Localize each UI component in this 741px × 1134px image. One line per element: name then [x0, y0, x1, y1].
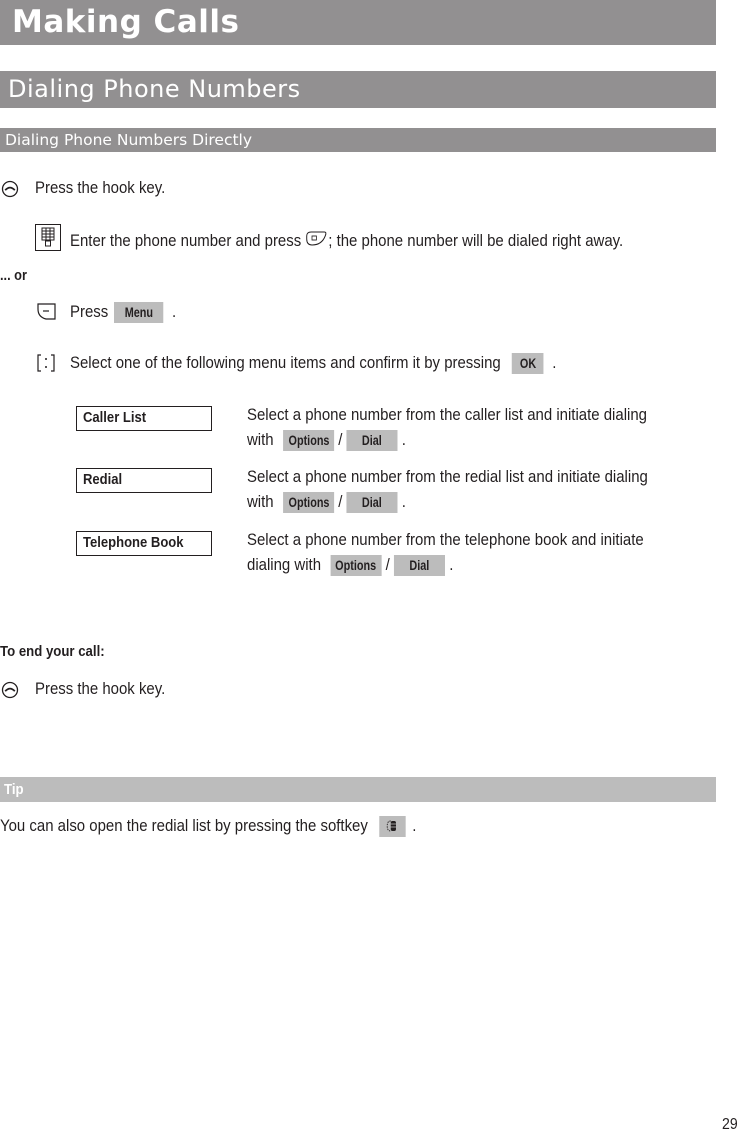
- page-number: 29: [722, 1116, 738, 1133]
- dial-key: Dial: [346, 430, 398, 452]
- ok-key: OK: [511, 353, 544, 375]
- call-key-icon: [306, 231, 327, 246]
- redial-softkey: [379, 816, 406, 838]
- tip-text: You can also open the redial list by pre…: [0, 816, 473, 838]
- tip-heading: Tip: [0, 777, 716, 802]
- end-call-heading: To end your call:: [0, 643, 105, 660]
- period: .: [412, 816, 417, 835]
- dial-key: Dial: [346, 492, 398, 514]
- redial-description: Select a phone number from the redial li…: [247, 464, 703, 514]
- keypad-icon: [35, 224, 61, 251]
- chapter-title: Making Calls: [12, 4, 240, 40]
- subsection-title: Dialing Phone Numbers Directly: [5, 131, 253, 149]
- separator: /: [338, 492, 343, 511]
- options-key: Options: [330, 555, 382, 577]
- desc-dialing-with: dialing with: [247, 555, 322, 574]
- or-label: ... or: [0, 268, 27, 284]
- period: .: [552, 353, 557, 372]
- period: .: [401, 430, 406, 449]
- hook-key-icon: [1, 180, 19, 198]
- dial-key: Dial: [394, 555, 446, 577]
- period: .: [449, 555, 454, 574]
- caller-list-description: Select a phone number from the caller li…: [247, 402, 702, 452]
- step-enter-number: Enter the phone number and press ; the p…: [70, 230, 699, 251]
- enter-number-text-end: ; the phone number will be dialed right …: [328, 231, 624, 250]
- menu-item-caller-list[interactable]: Caller List: [76, 406, 212, 431]
- menu-item-redial[interactable]: Redial: [76, 468, 212, 493]
- step-press-menu: Press Menu .: [70, 302, 191, 324]
- subsection-heading: Dialing Phone Numbers Directly: [0, 128, 716, 152]
- redial-softkey-icon: [386, 820, 397, 832]
- step-select-ok: Select one of the following menu items a…: [70, 353, 623, 375]
- telephone-book-description: Select a phone number from the telephone…: [247, 527, 698, 577]
- desc-with: with: [247, 430, 274, 449]
- left-softkey-icon: [37, 303, 56, 320]
- period: .: [172, 302, 177, 321]
- select-text: Select one of the following menu items a…: [70, 353, 501, 372]
- section-heading: Dialing Phone Numbers: [0, 71, 716, 108]
- menu-item-telephone-book[interactable]: Telephone Book: [76, 531, 212, 556]
- hook-key-icon: [1, 681, 19, 699]
- enter-number-text: Enter the phone number and press: [70, 231, 302, 250]
- section-title: Dialing Phone Numbers: [8, 75, 301, 103]
- options-key: Options: [283, 430, 335, 452]
- separator: /: [385, 555, 390, 574]
- navigation-key-icon: [37, 354, 55, 372]
- chapter-heading: Making Calls: [0, 0, 716, 45]
- separator: /: [338, 430, 343, 449]
- period: .: [401, 492, 406, 511]
- desc-with: with: [247, 492, 274, 511]
- tip-body: You can also open the redial list by pre…: [0, 816, 368, 835]
- end-call-step: Press the hook key.: [35, 679, 166, 698]
- press-text: Press: [70, 302, 109, 321]
- menu-key: Menu: [114, 302, 164, 324]
- options-key: Options: [283, 492, 335, 514]
- step-hook-text: Press the hook key.: [35, 178, 166, 197]
